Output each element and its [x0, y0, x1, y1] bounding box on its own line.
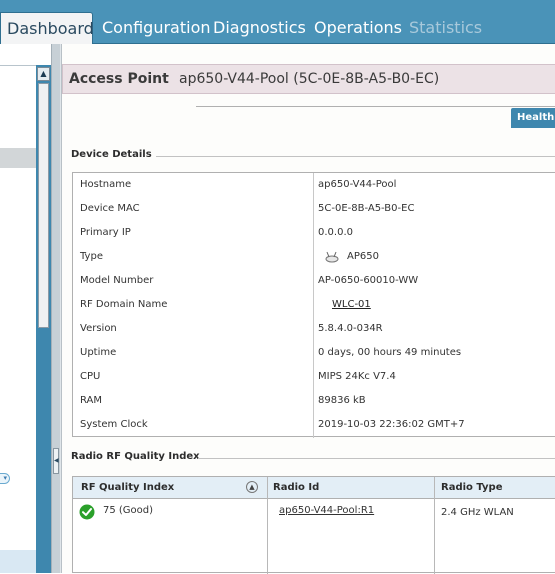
- device-details-title: Device Details: [71, 149, 152, 160]
- tab-dashboard[interactable]: Dashboard: [0, 12, 94, 44]
- section-divider: [198, 458, 555, 459]
- detail-row-hostname: Hostname ap650-V44-Pool: [73, 173, 555, 197]
- page-title: Access Point: [69, 71, 169, 87]
- tree-scrollbar[interactable]: ▲: [36, 65, 51, 573]
- column-divider: [434, 477, 435, 574]
- detail-value: ap650-V44-Pool: [318, 179, 397, 190]
- column-header-radio-type[interactable]: Radio Type: [441, 482, 502, 493]
- detail-row-rf-domain: RF Domain Name WLC-01: [73, 293, 555, 317]
- detail-label: RF Domain Name: [80, 299, 168, 310]
- detail-row-type: Type AP650: [73, 245, 555, 269]
- detail-value: 0.0.0.0: [318, 227, 353, 238]
- column-divider: [267, 477, 268, 574]
- detail-row-mac: Device MAC 5C-0E-8B-A5-B0-EC: [73, 197, 555, 221]
- tab-strip-line: [196, 106, 555, 107]
- sort-ascending-icon[interactable]: ▲: [246, 481, 258, 493]
- rf-domain-link[interactable]: WLC-01: [332, 299, 371, 310]
- device-name: ap650-V44-Pool (5C-0E-8B-A5-B0-EC): [179, 71, 440, 87]
- detail-row-ram: RAM 89836 kB: [73, 389, 555, 413]
- tab-operations[interactable]: Operations: [314, 12, 402, 44]
- radio-id-link[interactable]: ap650-V44-Pool:R1: [279, 505, 374, 516]
- detail-label: Version: [80, 323, 117, 334]
- detail-label: Uptime: [80, 347, 117, 358]
- tab-statistics[interactable]: Statistics: [409, 12, 482, 44]
- check-good-icon: [79, 504, 95, 520]
- tree-panel-footer: [0, 550, 36, 573]
- detail-value: 0 days, 00 hours 49 minutes: [318, 347, 462, 358]
- table-header: RF Quality Index ▲ Radio Id Radio Type: [73, 477, 555, 499]
- detail-row-cpu: CPU MIPS 24Kc V7.4: [73, 365, 555, 389]
- tree-expand-icon[interactable]: ▾: [0, 473, 10, 484]
- detail-label: System Clock: [80, 419, 148, 430]
- detail-value: AP-0650-60010-WW: [318, 275, 419, 286]
- detail-value: AP650: [347, 251, 379, 262]
- detail-label: CPU: [80, 371, 101, 382]
- column-header-rf-quality[interactable]: RF Quality Index: [81, 482, 174, 493]
- detail-row-clock: System Clock 2019-10-03 22:36:02 GMT+7: [73, 413, 555, 437]
- tab-health[interactable]: Health: [511, 108, 555, 128]
- rf-quality-title: Radio RF Quality Index: [71, 451, 200, 462]
- rf-quality-value: 75 (Good): [103, 505, 154, 516]
- detail-value: 5C-0E-8B-A5-B0-EC: [318, 203, 415, 214]
- rf-quality-table: RF Quality Index ▲ Radio Id Radio Type 7…: [72, 476, 555, 574]
- top-navigation: Dashboard Configuration Diagnostics Oper…: [0, 0, 555, 44]
- detail-value: 5.8.4.0-034R: [318, 323, 383, 334]
- device-header: Access Point ap650-V44-Pool (5C-0E-8B-A5…: [62, 64, 555, 94]
- panel-splitter[interactable]: [51, 44, 61, 573]
- device-details-table: Hostname ap650-V44-Pool Device MAC 5C-0E…: [72, 172, 555, 438]
- detail-row-uptime: Uptime 0 days, 00 hours 49 minutes: [73, 341, 555, 365]
- detail-row-ip: Primary IP 0.0.0.0: [73, 221, 555, 245]
- collapse-panel-icon[interactable]: ◀: [53, 448, 59, 474]
- detail-value: 89836 kB: [318, 395, 366, 406]
- section-divider: [156, 156, 555, 157]
- detail-row-model: Model Number AP-0650-60010-WW: [73, 269, 555, 293]
- tab-diagnostics[interactable]: Diagnostics: [213, 12, 306, 44]
- radio-type-value: 2.4 GHz WLAN: [441, 507, 514, 518]
- access-point-icon: [325, 251, 339, 263]
- detail-value: MIPS 24Kc V7.4: [318, 371, 396, 382]
- detail-label: Model Number: [80, 275, 154, 286]
- column-header-radio-id[interactable]: Radio Id: [273, 482, 319, 493]
- tab-configuration[interactable]: Configuration: [102, 12, 211, 44]
- main-content: Access Point ap650-V44-Pool (5C-0E-8B-A5…: [61, 44, 555, 574]
- detail-value: 2019-10-03 22:36:02 GMT+7: [318, 419, 465, 430]
- scroll-up-icon[interactable]: ▲: [37, 67, 50, 81]
- detail-row-version: Version 5.8.4.0-034R: [73, 317, 555, 341]
- detail-label: Primary IP: [80, 227, 131, 238]
- tree-selected-item[interactable]: [0, 148, 36, 168]
- scroll-thumb[interactable]: [38, 83, 49, 328]
- detail-label: Type: [80, 251, 103, 262]
- detail-label: Hostname: [80, 179, 132, 190]
- tree-panel: ▾: [0, 65, 36, 573]
- detail-label: Device MAC: [80, 203, 140, 214]
- detail-label: RAM: [80, 395, 103, 406]
